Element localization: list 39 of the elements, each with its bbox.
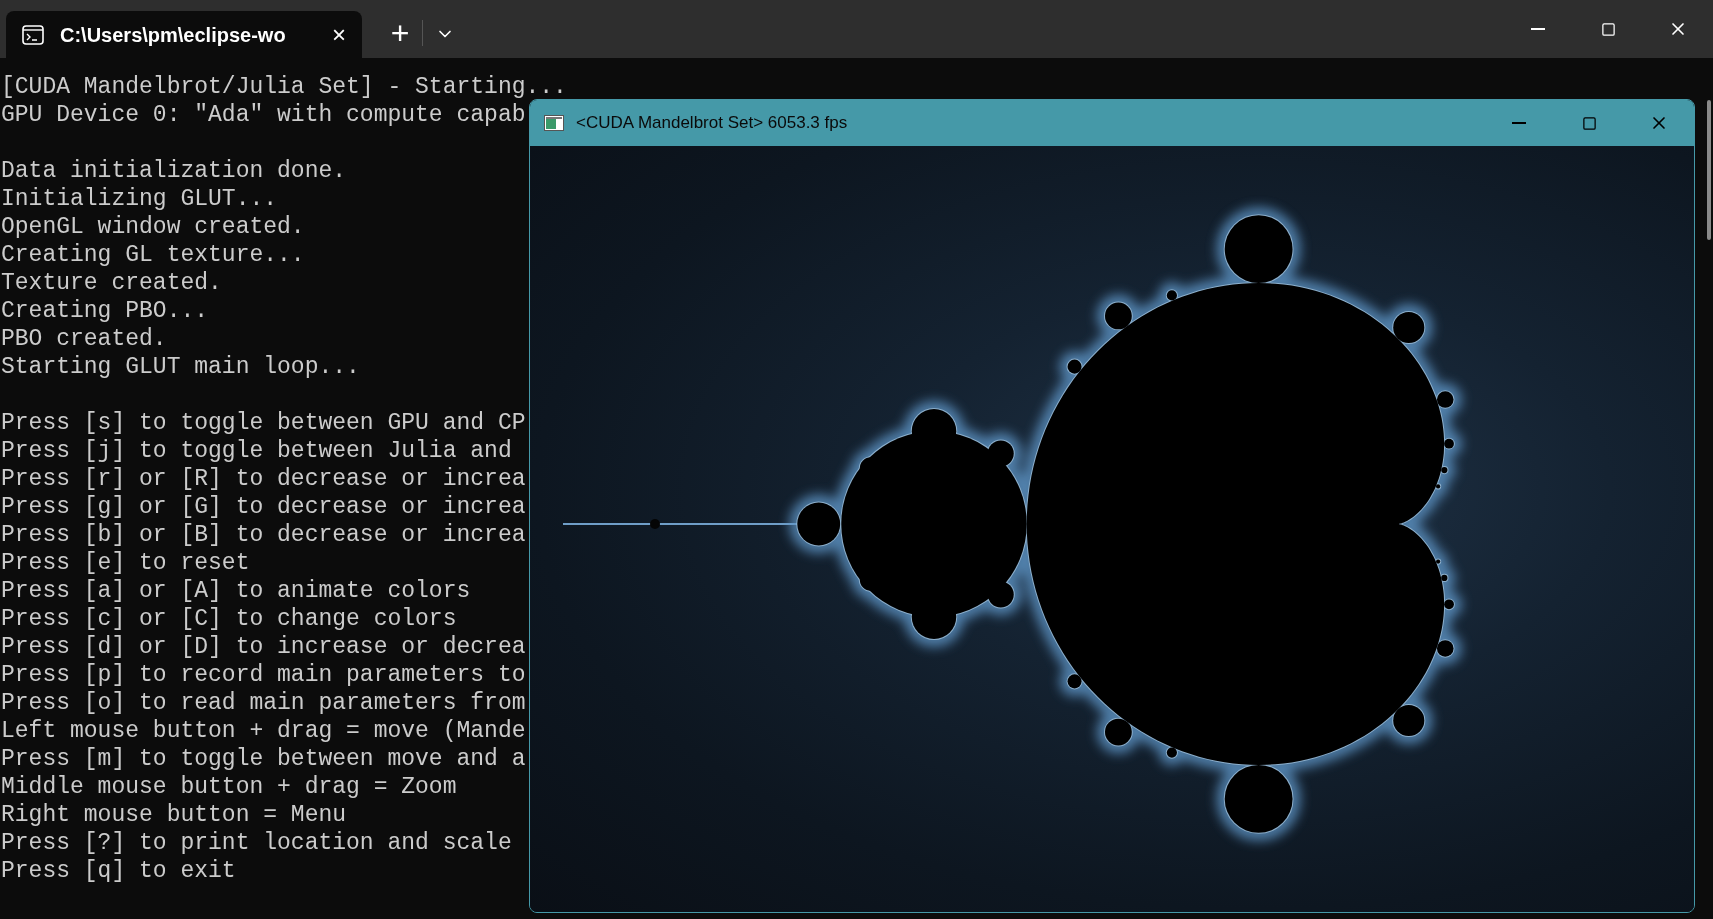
console-line: Middle mouse button + drag = Zoom xyxy=(1,773,457,801)
console-line: Press [o] to read main parameters from xyxy=(1,689,526,717)
console-line: Left mouse button + drag = move (Mande xyxy=(1,717,526,745)
console-line: Texture created. xyxy=(1,269,222,297)
console-line: Press [b] or [B] to decrease or increa xyxy=(1,521,526,549)
console-line: Press [e] to reset xyxy=(1,549,250,577)
minimize-icon xyxy=(1512,122,1526,124)
tab-title: C:\Users\pm\eclipse-wo xyxy=(60,22,286,48)
console-line: PBO created. xyxy=(1,325,167,353)
terminal-tab[interactable]: C:\Users\pm\eclipse-wo × xyxy=(6,11,362,58)
console-line: Right mouse button = Menu xyxy=(1,801,347,829)
console-line: Creating PBO... xyxy=(1,297,209,325)
console-line: Press [r] or [R] to decrease or increa xyxy=(1,465,526,493)
new-tab-button[interactable]: + xyxy=(382,18,418,48)
terminal-icon xyxy=(22,24,44,45)
console-line: Starting GLUT main loop... xyxy=(1,353,360,381)
console-line: OpenGL window created. xyxy=(1,213,305,241)
close-tab-button[interactable]: × xyxy=(332,22,346,47)
window-title: <CUDA Mandelbrot Set> 6053.3 fps xyxy=(576,112,848,135)
console-line: [CUDA Mandelbrot/Julia Set] - Starting... xyxy=(1,73,567,101)
minimize-icon xyxy=(1531,28,1545,30)
console-line: Press [?] to print location and scale xyxy=(1,829,512,857)
console-line: Data initialization done. xyxy=(1,157,347,185)
console-line: Press [c] or [C] to change colors xyxy=(1,605,457,633)
console-line: Press [m] to toggle between move and a xyxy=(1,745,526,773)
console-line: Initializing GLUT... xyxy=(1,185,278,213)
app-window-icon xyxy=(544,115,564,131)
scrollbar-thumb[interactable] xyxy=(1707,100,1711,240)
maximize-icon xyxy=(1600,21,1616,37)
console-line: Press [g] or [G] to decrease or increa xyxy=(1,493,526,521)
console-line: Press [q] to exit xyxy=(1,857,236,885)
console-line: Press [s] to toggle between GPU and CP xyxy=(1,409,526,437)
console-line: Press [d] or [D] to increase or decrea xyxy=(1,633,526,661)
console-line: Press [a] or [A] to animate colors xyxy=(1,577,471,605)
console-line: Press [j] to toggle between Julia and xyxy=(1,437,512,465)
console-line: Press [p] to record main parameters to xyxy=(1,661,526,689)
console-line: GPU Device 0: "Ada" with compute capab xyxy=(1,101,526,129)
console-line: Creating GL texture... xyxy=(1,241,305,269)
maximize-icon xyxy=(1581,115,1597,131)
